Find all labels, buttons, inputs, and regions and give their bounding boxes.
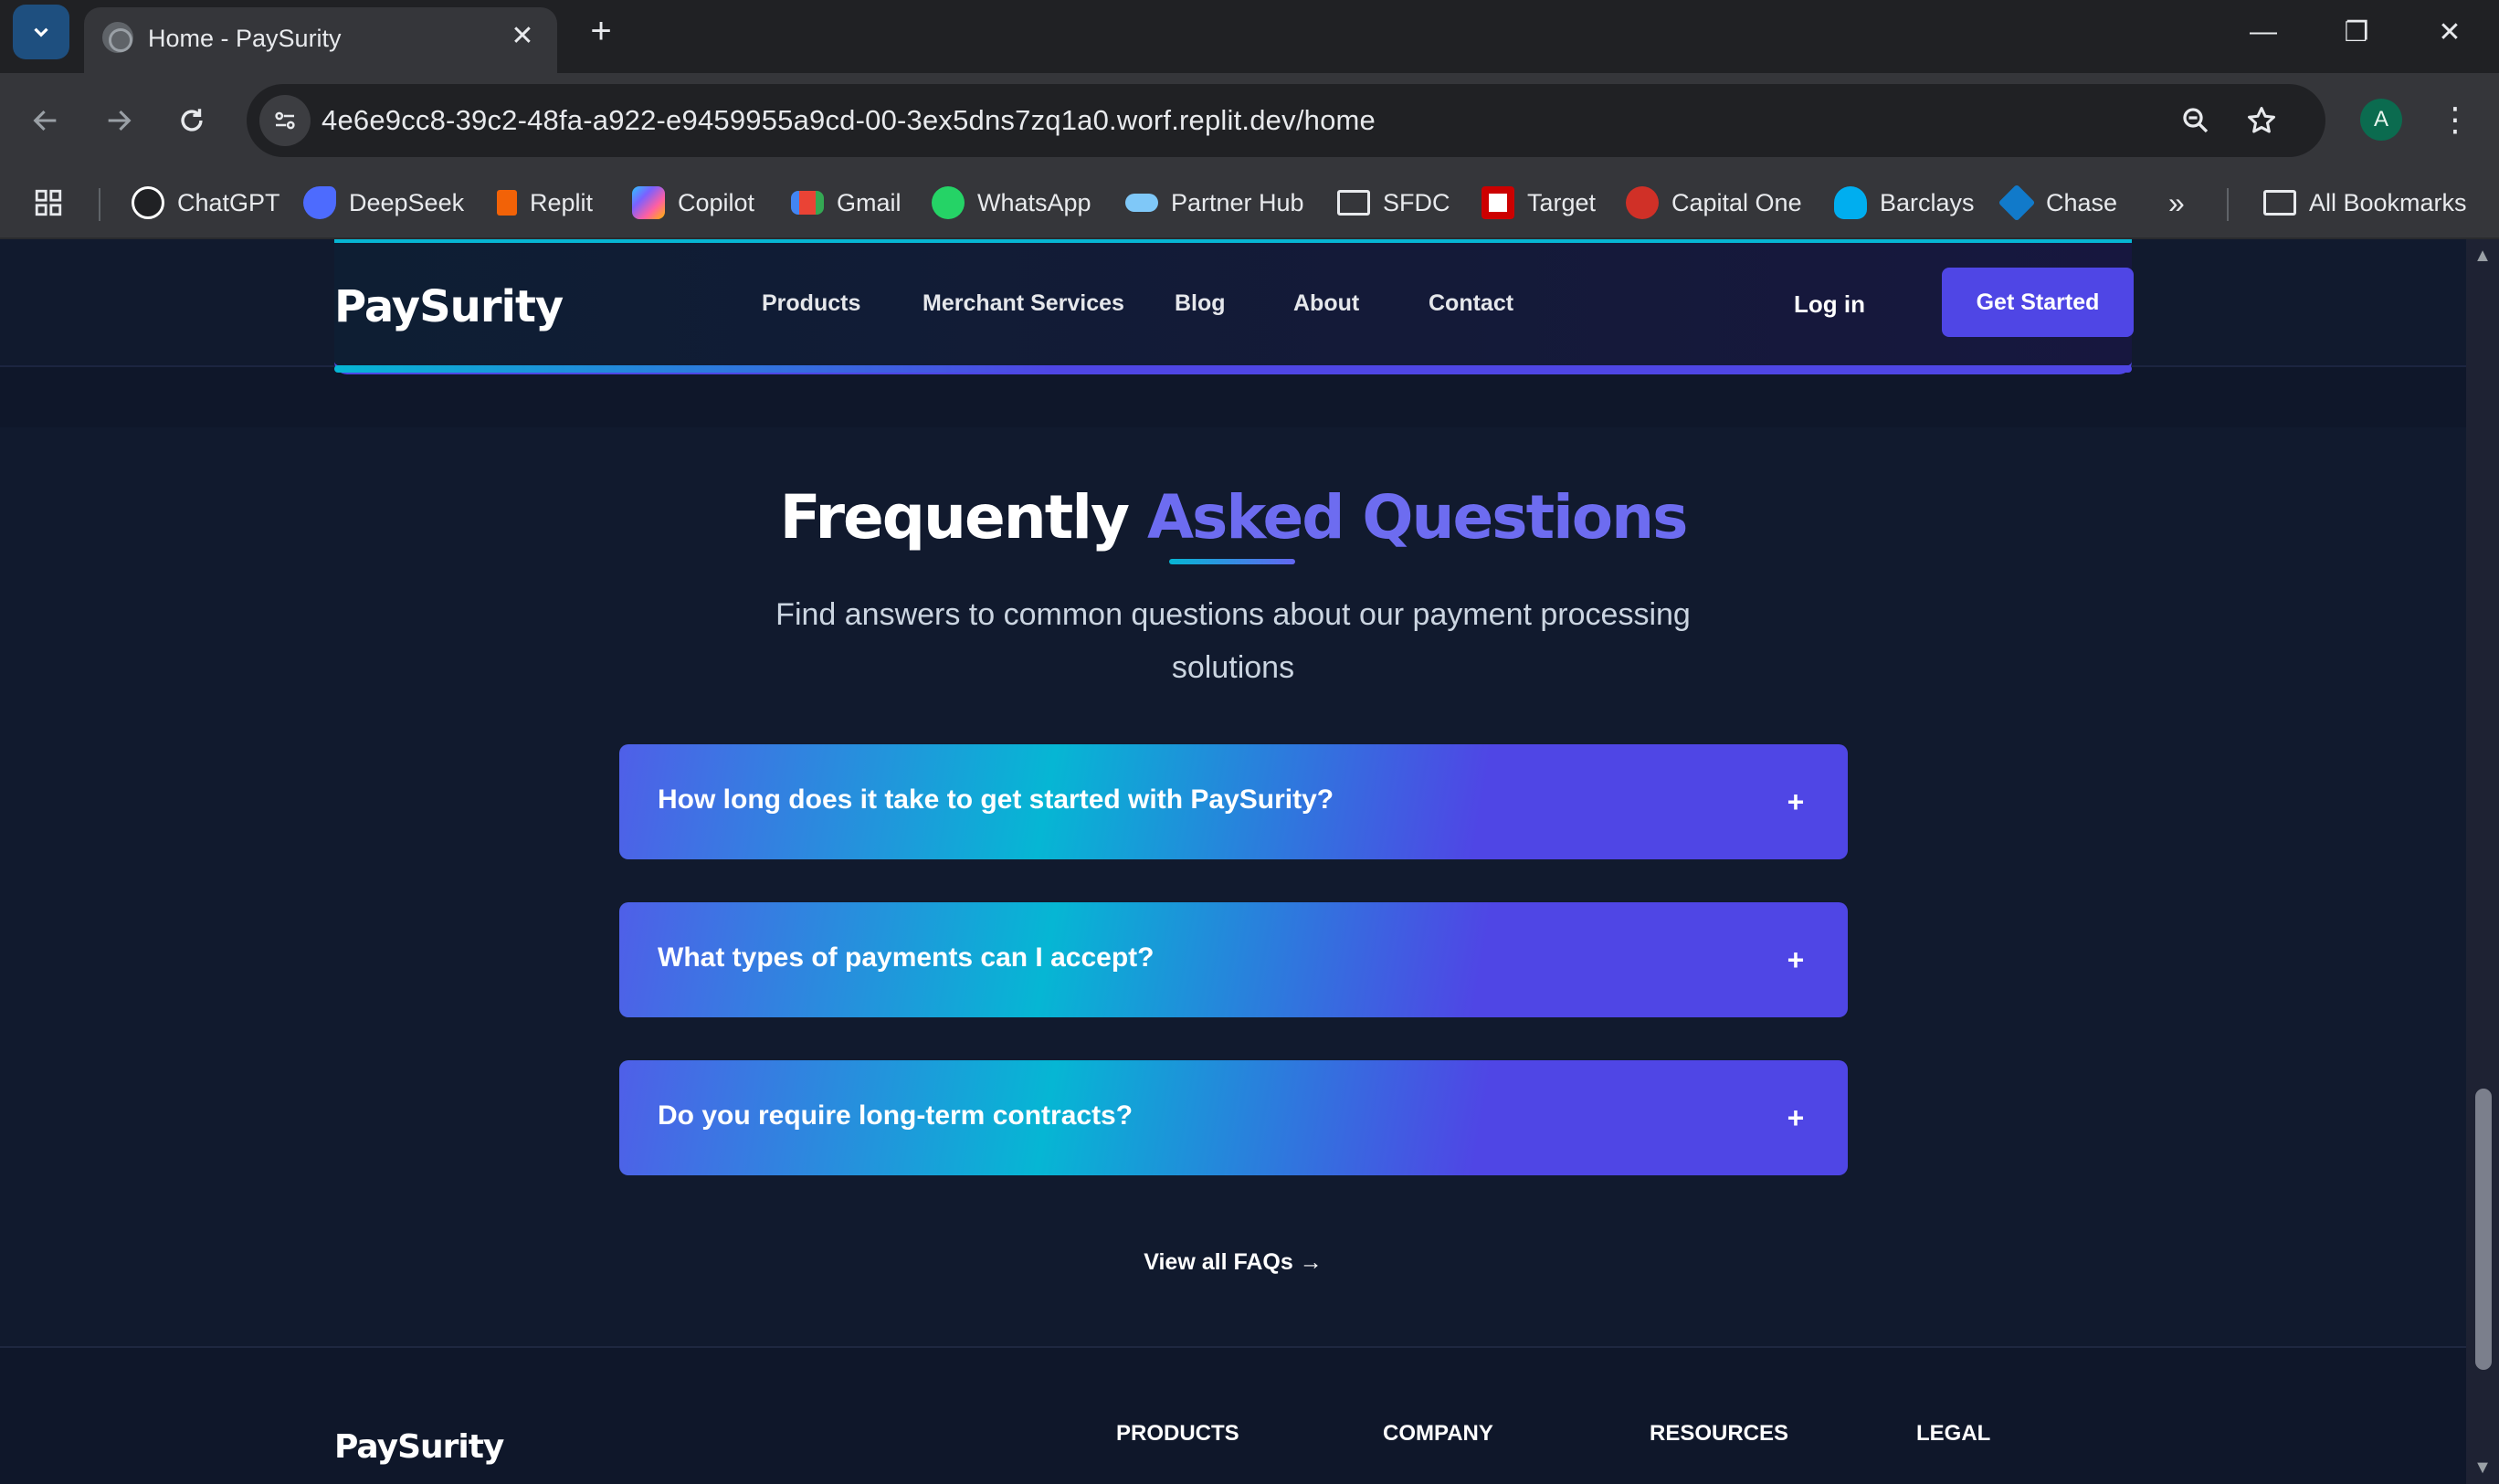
tune-icon (275, 111, 295, 130)
chatgpt-icon (132, 186, 164, 219)
target-icon (1481, 186, 1514, 219)
folder-icon (1337, 190, 1370, 216)
scroll-down-arrow-icon[interactable]: ▼ (2473, 1458, 2492, 1477)
bookmark-copilot[interactable]: Copilot (632, 181, 754, 225)
faq-question: How long does it take to get started wit… (658, 784, 1334, 815)
bookmarks-divider (99, 188, 100, 221)
copilot-icon (632, 186, 665, 219)
zoom-icon (2183, 108, 2209, 133)
reload-icon (181, 109, 203, 132)
view-all-faqs-link[interactable]: View all FAQs → (0, 1249, 2466, 1276)
replit-icon (497, 190, 517, 216)
nav-merchant-services[interactable]: Merchant Services (923, 290, 1124, 317)
folder-icon (2263, 190, 2296, 216)
browser-tab-active[interactable]: Home - PaySurity ✕ (84, 7, 557, 73)
plus-icon[interactable]: + (1780, 786, 1811, 817)
faq-item[interactable]: How long does it take to get started wit… (619, 744, 1848, 859)
page-viewport: PaySurity Products Merchant Services Blo… (0, 239, 2466, 1484)
reload-button[interactable] (164, 93, 219, 148)
whatsapp-icon (932, 186, 965, 219)
apps-grid-icon[interactable] (33, 181, 64, 225)
tab-close-icon[interactable]: ✕ (504, 18, 541, 55)
bookmark-capital-one[interactable]: Capital One (1626, 181, 1802, 225)
faq-section (0, 427, 2466, 1350)
globe-icon (102, 22, 133, 53)
tab-title: Home - PaySurity (148, 25, 342, 52)
browser-toolbar: 4e6e9cc8-39c2-48fa-a922-e9459955a9cd-00-… (0, 73, 2499, 168)
faq-title-white: Frequently (779, 482, 1130, 553)
tab-search-button[interactable] (13, 5, 69, 59)
bookmark-chatgpt[interactable]: ChatGPT (132, 181, 280, 225)
bookmark-replit[interactable]: Replit (491, 181, 593, 225)
faq-question: What types of payments can I accept? (658, 942, 1155, 973)
page-scrollbar[interactable]: ▲ ▼ (2466, 239, 2499, 1484)
footer-column-resources: RESOURCES (1650, 1421, 1789, 1446)
bookmark-partner-hub[interactable]: Partner Hub (1125, 181, 1304, 225)
browser-menu-icon[interactable]: ⋮ (2439, 97, 2472, 142)
bookmark-target[interactable]: Target (1481, 181, 1596, 225)
gmail-icon (791, 191, 824, 215)
bookmark-barclays[interactable]: Barclays (1834, 181, 1975, 225)
bookmark-whatsapp[interactable]: WhatsApp (932, 181, 1091, 225)
plus-icon[interactable]: + (1780, 944, 1811, 975)
footer-column-products: PRODUCTS (1116, 1421, 1239, 1446)
url-text[interactable]: 4e6e9cc8-39c2-48fa-a922-e9459955a9cd-00-… (322, 104, 1376, 137)
new-tab-button[interactable]: + (581, 11, 621, 51)
nav-products[interactable]: Products (762, 290, 860, 317)
browser-tab-strip: Home - PaySurity ✕ + — ❐ ✕ (0, 0, 2499, 73)
nav-contact[interactable]: Contact (1429, 290, 1513, 317)
minimize-window-button[interactable]: — (2218, 0, 2309, 64)
faq-title-accent: Asked Questions (1146, 482, 1688, 553)
scroll-thumb[interactable] (2475, 1089, 2492, 1370)
all-bookmarks-button[interactable]: All Bookmarks (2263, 181, 2467, 225)
plus-icon[interactable]: + (1780, 1102, 1811, 1133)
login-link[interactable]: Log in (1794, 290, 1865, 319)
faq-item[interactable]: Do you require long-term contracts? + (619, 1060, 1848, 1175)
bookmark-star-button[interactable] (2241, 100, 2282, 141)
barclays-icon (1834, 186, 1867, 219)
chevron-down-icon (34, 27, 48, 37)
nav-blog[interactable]: Blog (1175, 290, 1226, 317)
faq-question: Do you require long-term contracts? (658, 1100, 1134, 1131)
close-window-button[interactable]: ✕ (2404, 0, 2495, 64)
zoom-button[interactable] (2176, 100, 2216, 141)
footer-column-legal: LEGAL (1916, 1421, 1991, 1446)
back-button[interactable] (18, 93, 73, 148)
get-started-button[interactable]: Get Started (1942, 268, 2134, 337)
bookmarks-bar: ChatGPT DeepSeek Replit Copilot Gmail Wh… (0, 168, 2499, 239)
deepseek-icon (303, 186, 336, 219)
scroll-up-arrow-icon[interactable]: ▲ (2473, 247, 2492, 265)
more-bookmarks-button[interactable]: » (2168, 181, 2185, 225)
bookmark-gmail[interactable]: Gmail (791, 181, 902, 225)
bookmark-deepseek[interactable]: DeepSeek (303, 181, 464, 225)
footer-logo[interactable]: PaySurity (334, 1428, 504, 1466)
faq-item[interactable]: What types of payments can I accept? + (619, 902, 1848, 1017)
nav-about[interactable]: About (1293, 290, 1359, 317)
bookmark-chase[interactable]: Chase (1998, 181, 2117, 225)
header-accent-bar (334, 365, 2132, 373)
chase-icon (1998, 184, 2036, 222)
arrow-left-icon (33, 110, 57, 132)
faq-subtitle: Find answers to common questions about o… (775, 597, 1691, 685)
profile-avatar[interactable]: A (2360, 99, 2402, 141)
star-icon (2248, 107, 2275, 133)
faq-title: Frequently Asked Questions (0, 482, 2466, 553)
capital-one-icon (1626, 186, 1659, 219)
title-underline (1169, 559, 1295, 564)
arrow-right-icon (108, 110, 132, 132)
partner-hub-icon (1125, 194, 1158, 212)
site-settings-icon[interactable] (259, 95, 311, 146)
restore-window-button[interactable]: ❐ (2311, 0, 2402, 64)
bookmarks-divider-right (2227, 188, 2229, 221)
footer-column-company: COMPANY (1383, 1421, 1493, 1446)
site-logo[interactable]: PaySurity (334, 281, 564, 332)
bookmark-sfdc[interactable]: SFDC (1337, 181, 1450, 225)
address-bar[interactable]: 4e6e9cc8-39c2-48fa-a922-e9459955a9cd-00-… (247, 84, 2325, 157)
forward-button[interactable] (91, 93, 146, 148)
